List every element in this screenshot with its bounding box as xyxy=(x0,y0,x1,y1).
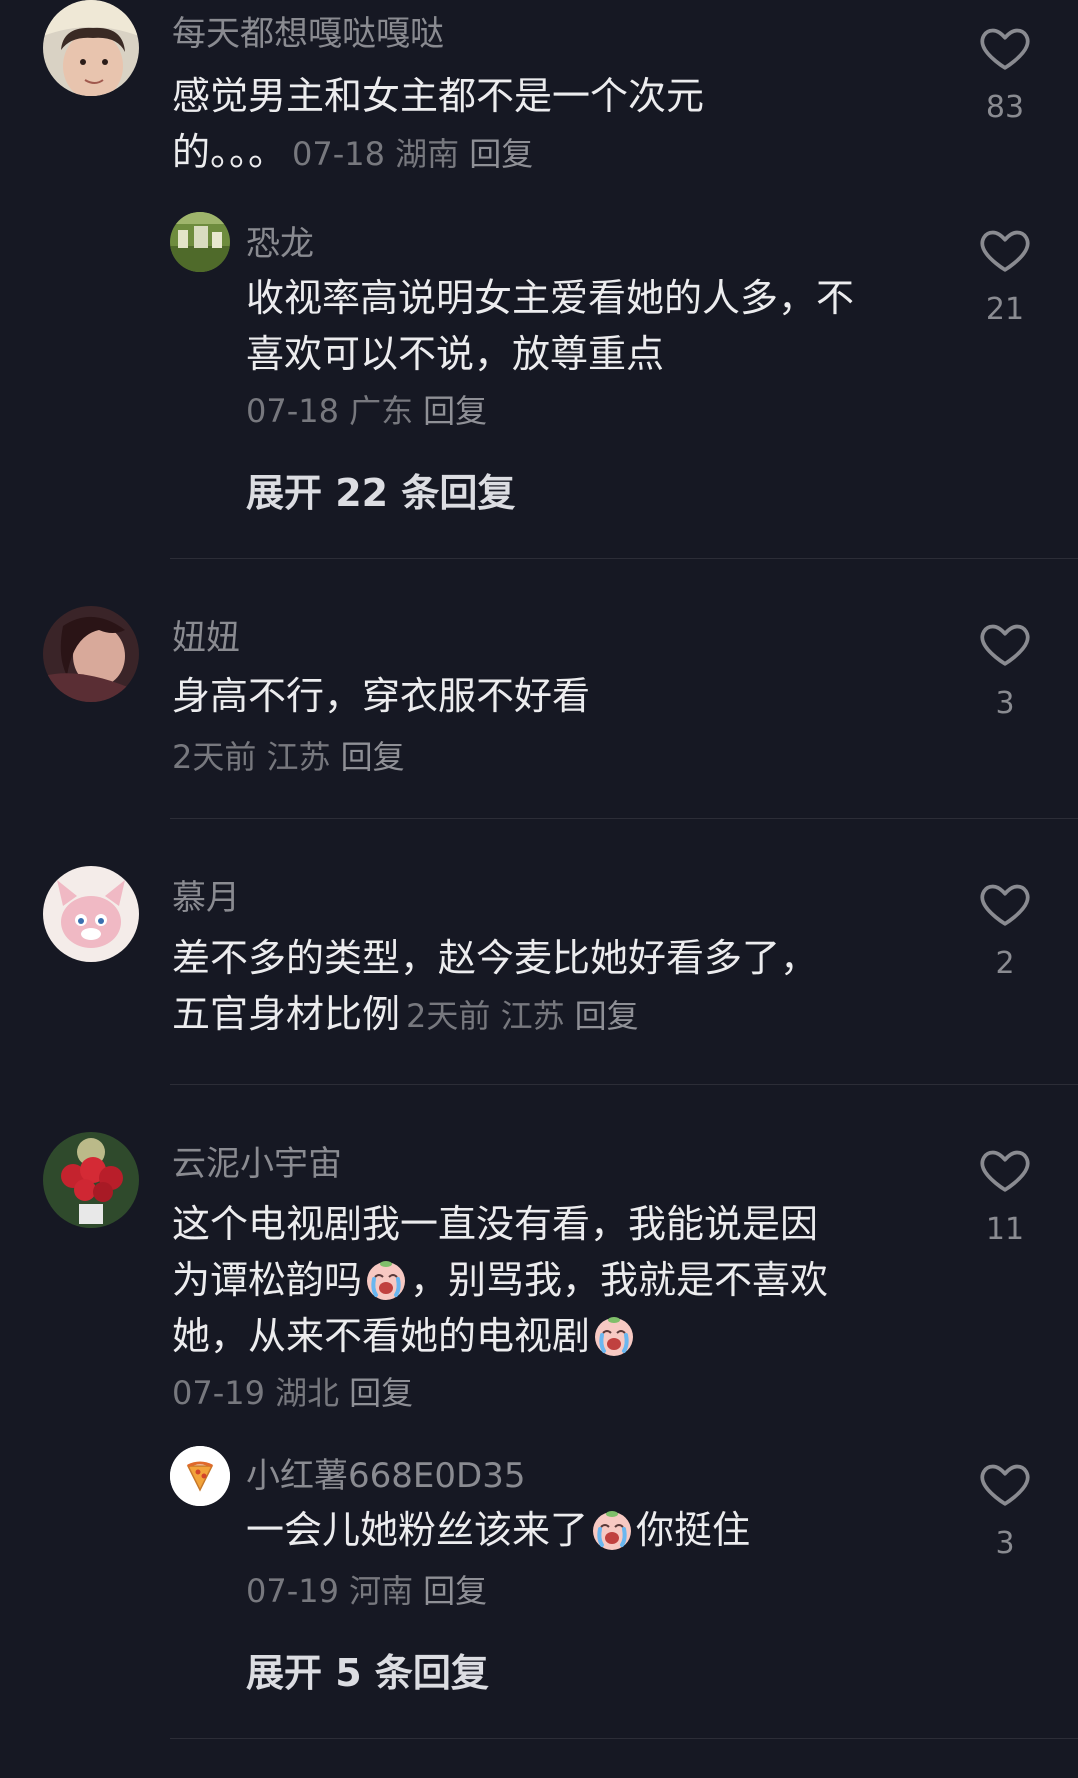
reply-button[interactable]: 回复 xyxy=(349,1374,413,1412)
like-count: 2 xyxy=(995,946,1015,981)
reply-button[interactable]: 回复 xyxy=(341,738,405,776)
like-button[interactable]: 3 xyxy=(975,616,1035,721)
comment-meta: 07-18 湖南 回复 xyxy=(292,135,533,173)
avatar[interactable] xyxy=(43,1132,139,1228)
comment-date: 2天前 xyxy=(172,738,257,776)
expand-replies-button[interactable]: 展开 22 条回复 xyxy=(246,462,515,517)
reply-button[interactable]: 回复 xyxy=(575,997,639,1035)
comment-location: 广东 xyxy=(349,392,414,430)
expand-replies-button[interactable]: 展开 5 条回复 xyxy=(246,1642,489,1697)
comment-location: 湖南 xyxy=(395,135,460,173)
username[interactable]: 慕月 xyxy=(172,870,240,919)
comment-text-line: 她，从来不看她的电视剧 xyxy=(172,1308,828,1364)
divider xyxy=(170,818,1078,819)
heart-outline-icon[interactable] xyxy=(977,876,1033,932)
avatar[interactable] xyxy=(43,0,139,96)
like-button[interactable]: 3 xyxy=(975,1456,1035,1561)
username[interactable]: 恐龙 xyxy=(246,216,314,265)
like-count: 3 xyxy=(995,1526,1015,1561)
crying-face-emoji-icon xyxy=(362,1255,410,1303)
comment-date: 2天前 xyxy=(406,997,491,1035)
like-count: 21 xyxy=(985,292,1025,327)
like-button[interactable]: 11 xyxy=(975,1142,1035,1247)
comment-text-part: 为谭松韵吗 xyxy=(172,1258,363,1302)
comment-text: 一会儿她粉丝该来了 你挺住 xyxy=(246,1502,750,1558)
comment-date: 07-19 xyxy=(246,1572,339,1610)
reply-button[interactable]: 回复 xyxy=(423,392,487,430)
divider xyxy=(170,1738,1078,1739)
heart-outline-icon[interactable] xyxy=(977,616,1033,672)
username[interactable]: 每天都想嘎哒嘎哒 xyxy=(172,6,444,55)
avatar[interactable] xyxy=(170,1446,230,1506)
crying-face-emoji-icon xyxy=(588,1505,636,1553)
comment-text-line: 的。。。 07-18 湖南 回复 xyxy=(172,124,704,182)
comment-date: 07-19 xyxy=(172,1374,265,1412)
comment-text-part: 你挺住 xyxy=(636,1508,751,1552)
divider xyxy=(170,1084,1078,1085)
username[interactable]: 小红薯668E0D35 xyxy=(246,1448,525,1497)
heart-outline-icon[interactable] xyxy=(977,222,1033,278)
username[interactable]: 云泥小宇宙 xyxy=(172,1136,342,1185)
avatar[interactable] xyxy=(43,606,139,702)
comment-text-line: 为谭松韵吗 ，别骂我，我就是不喜欢 xyxy=(172,1252,828,1308)
like-count: 83 xyxy=(985,90,1025,125)
comment-text: 收视率高说明女主爱看她的人多，不 喜欢可以不说，放尊重点 xyxy=(246,270,854,382)
comment-date: 07-18 xyxy=(292,135,385,173)
like-button[interactable]: 21 xyxy=(975,222,1035,327)
comment-text-line: 这个电视剧我一直没有看，我能说是因 xyxy=(172,1202,819,1246)
comment-text: 感觉男主和女主都不是一个次元 的。。。 07-18 湖南 回复 xyxy=(172,68,704,182)
like-count: 3 xyxy=(995,686,1015,721)
comment-text-part: 一会儿她粉丝该来了 xyxy=(246,1508,589,1552)
comment-date: 07-18 xyxy=(246,392,339,430)
comment-text-line: 五官身材比例 2天前 江苏 回复 xyxy=(172,986,818,1044)
heart-outline-icon[interactable] xyxy=(977,1142,1033,1198)
comment-location: 湖北 xyxy=(275,1374,340,1412)
avatar[interactable] xyxy=(43,866,139,962)
like-button[interactable]: 83 xyxy=(975,20,1035,125)
comment-text-line: 喜欢可以不说，放尊重点 xyxy=(246,332,665,376)
comment-text: 差不多的类型，赵今麦比她好看多了， 五官身材比例 2天前 江苏 回复 xyxy=(172,930,818,1044)
reply-button[interactable]: 回复 xyxy=(423,1572,487,1610)
like-button[interactable]: 2 xyxy=(975,876,1035,981)
comment-text-line: 收视率高说明女主爱看她的人多，不 xyxy=(246,276,855,320)
comment-text-line: 差不多的类型，赵今麦比她好看多了， xyxy=(172,936,819,980)
comment-meta: 2天前 江苏 回复 xyxy=(406,997,639,1035)
comment-text-part: ，别骂我，我就是不喜欢 xyxy=(410,1258,829,1302)
heart-outline-icon[interactable] xyxy=(977,20,1033,76)
comment-location: 江苏 xyxy=(500,997,565,1035)
comment-text: 这个电视剧我一直没有看，我能说是因 为谭松韵吗 ，别骂我，我就是不喜欢 她，从来不… xyxy=(172,1196,828,1364)
divider xyxy=(170,558,1078,559)
comment-meta: 2天前 江苏 回复 xyxy=(172,732,405,778)
avatar[interactable] xyxy=(170,212,230,272)
like-count: 11 xyxy=(985,1212,1025,1247)
crying-face-emoji-icon xyxy=(590,1311,638,1359)
comment-text: 身高不行，穿衣服不好看 xyxy=(172,674,591,718)
comment-text-line: 感觉男主和女主都不是一个次元 xyxy=(172,74,705,118)
comment-text-tail: 的。。。 xyxy=(172,130,287,174)
comment-text-line: 一会儿她粉丝该来了 你挺住 xyxy=(246,1502,750,1558)
comment-meta: 07-18 广东 回复 xyxy=(246,386,487,432)
heart-outline-icon[interactable] xyxy=(977,1456,1033,1512)
comment-meta: 07-19 河南 回复 xyxy=(246,1566,487,1612)
comment-location: 河南 xyxy=(349,1572,414,1610)
comment-text-tail: 五官身材比例 xyxy=(172,992,401,1036)
comment-meta: 07-19 湖北 回复 xyxy=(172,1368,413,1414)
username[interactable]: 妞妞 xyxy=(172,610,240,659)
comment-location: 江苏 xyxy=(266,738,331,776)
reply-button[interactable]: 回复 xyxy=(469,135,533,173)
comment-text-part: 她，从来不看她的电视剧 xyxy=(172,1314,591,1358)
